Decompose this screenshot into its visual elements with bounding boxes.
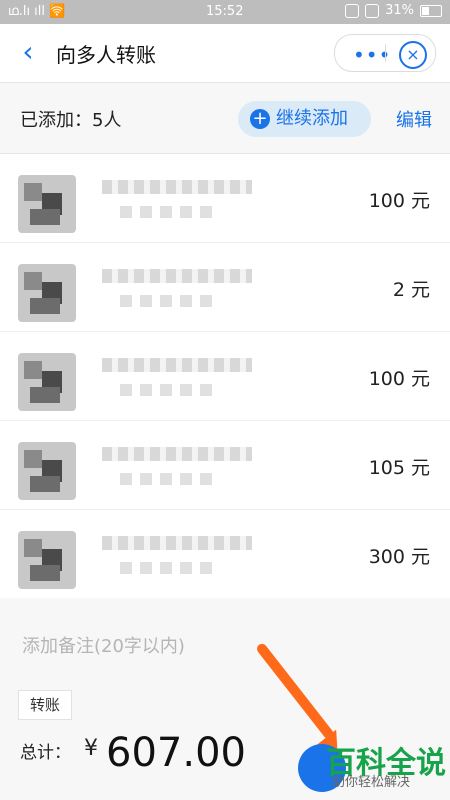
recipient-amount: 100 元 [368, 368, 430, 390]
avatar [18, 353, 76, 411]
alarm-icon [365, 3, 380, 18]
battery-icon [420, 4, 442, 17]
status-bar: ഥ.lı ıll 🛜 15:52 31% [0, 0, 450, 24]
recipient-row[interactable]: 105 元 [0, 421, 450, 510]
status-icons: 31% [345, 3, 442, 18]
watermark-subtitle: 助你轻松解决 [332, 775, 411, 790]
capsule-divider [385, 44, 386, 62]
top-bar: ‹ 向多人转账 ••• × [0, 24, 450, 83]
avatar [18, 531, 76, 589]
avatar [18, 264, 76, 322]
recipient-account-redacted [120, 295, 212, 307]
avatar [18, 442, 76, 500]
back-button[interactable]: ‹ [14, 36, 42, 70]
added-bar: 已添加：5人 + 继续添加 编辑 [0, 83, 450, 154]
plus-icon: + [250, 109, 270, 129]
recipient-row[interactable]: 100 元 [0, 154, 450, 243]
total-amount: 607.00 [106, 730, 246, 776]
recipient-list: 100 元 2 元 100 元 105 元 300 元 [0, 154, 450, 599]
transfer-tag[interactable]: 转账 [18, 690, 72, 720]
recipient-amount: 2 元 [392, 279, 430, 301]
note-input[interactable]: 添加备注(20字以内) [22, 632, 185, 658]
vpn-icon [345, 3, 360, 18]
edit-button[interactable]: 编辑 [396, 106, 432, 132]
close-icon[interactable]: × [399, 41, 427, 69]
recipient-row[interactable]: 100 元 [0, 332, 450, 421]
avatar [18, 175, 76, 233]
currency-symbol: ¥ [84, 736, 98, 761]
battery-percent: 31% [385, 3, 414, 18]
continue-add-button[interactable]: + 继续添加 [238, 101, 371, 137]
recipient-name-redacted [102, 269, 252, 283]
recipient-amount: 100 元 [368, 190, 430, 212]
recipient-name-redacted [102, 358, 252, 372]
page-title: 向多人转账 [56, 43, 156, 67]
recipient-amount: 300 元 [368, 546, 430, 568]
recipient-row[interactable]: 300 元 [0, 510, 450, 599]
added-count: 已添加：5人 [20, 110, 122, 131]
recipient-account-redacted [120, 206, 212, 218]
recipient-account-redacted [120, 384, 212, 396]
status-time: 15:52 [206, 4, 244, 19]
recipient-account-redacted [120, 562, 212, 574]
mini-program-capsule[interactable]: ••• × [334, 34, 436, 72]
recipient-amount: 105 元 [368, 457, 430, 479]
recipient-name-redacted [102, 536, 252, 550]
recipient-name-redacted [102, 447, 252, 461]
total-label: 总计： [20, 743, 71, 763]
recipient-row[interactable]: 2 元 [0, 243, 450, 332]
status-left: ഥ.lı ıll 🛜 [8, 4, 66, 19]
recipient-account-redacted [120, 473, 212, 485]
continue-add-label: 继续添加 [276, 108, 348, 129]
recipient-name-redacted [102, 180, 252, 194]
